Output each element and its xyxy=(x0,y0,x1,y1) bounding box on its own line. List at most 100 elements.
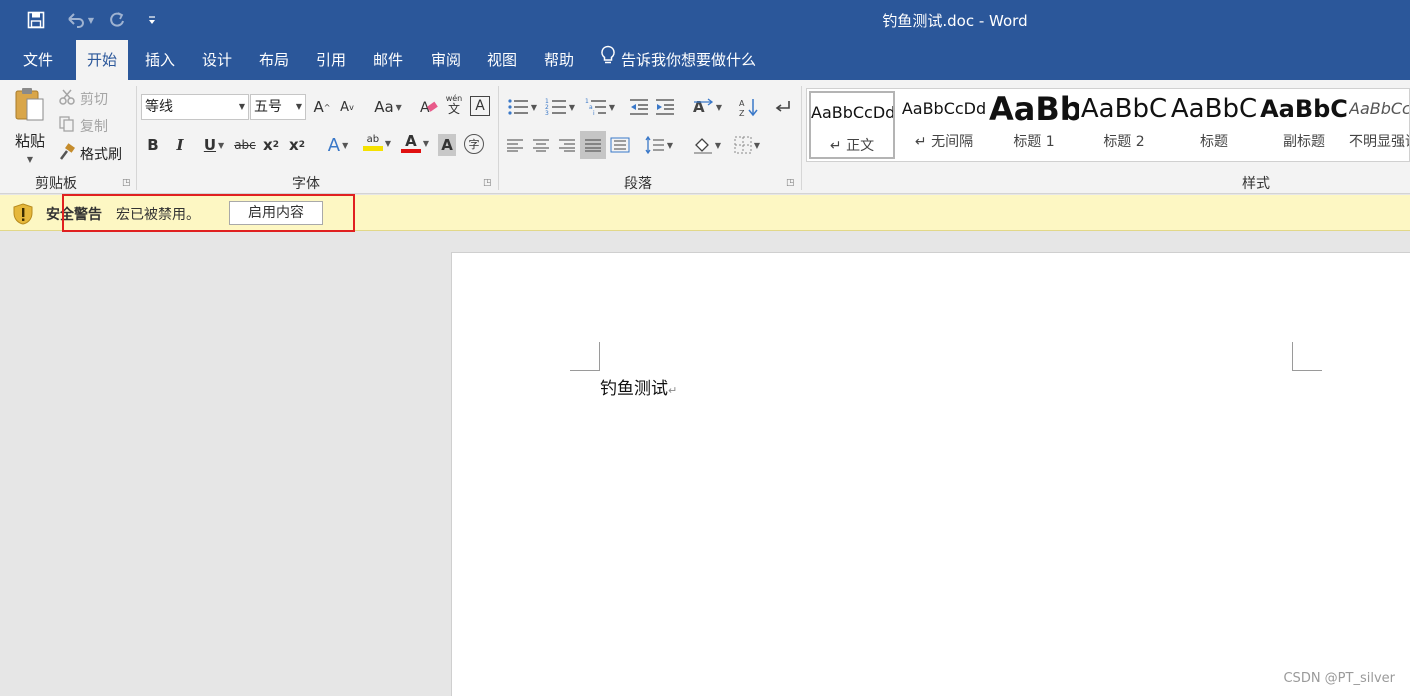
increase-indent-icon[interactable] xyxy=(654,96,676,118)
font-name-value: 等线 xyxy=(145,99,173,115)
underline-button[interactable]: U ▼ xyxy=(198,134,230,156)
font-size-combo[interactable]: 五号 ▼ xyxy=(250,94,306,120)
change-case-icon[interactable]: Aa ▼ xyxy=(372,96,404,118)
styles-group-label: 样式 xyxy=(1242,176,1270,192)
crop-mark-right xyxy=(1292,342,1322,371)
document-body-text[interactable]: 钓鱼测试↵ xyxy=(600,374,677,399)
enclose-characters-icon[interactable]: 字 xyxy=(464,134,484,154)
paragraph-mark: ↵ xyxy=(668,384,678,397)
align-center-icon[interactable] xyxy=(531,134,551,156)
paragraph-dialog-launcher-icon[interactable]: ◳ xyxy=(786,178,795,188)
crop-mark-left xyxy=(570,342,600,371)
styles-gallery: AaBbCcDd ↵ 正文 AaBbCcDd ↵ 无间隔 AaBb 标题 1 A… xyxy=(806,88,1410,162)
highlight-color-icon[interactable]: ab ▼ xyxy=(360,132,394,154)
clear-formatting-icon[interactable]: A xyxy=(418,96,440,118)
chevron-down-icon[interactable]: ▼ xyxy=(296,95,302,119)
bold-button[interactable]: B xyxy=(145,134,161,156)
svg-text:3: 3 xyxy=(545,110,549,116)
title-bar: ▼ 钓鱼测试.doc - Word xyxy=(0,0,1410,40)
style-item-heading-1[interactable]: AaBb 标题 1 xyxy=(989,89,1079,161)
font-dialog-launcher-icon[interactable]: ◳ xyxy=(483,178,492,188)
strikethrough-button[interactable]: abc xyxy=(234,134,256,156)
tab-references[interactable]: 引用 xyxy=(305,40,357,80)
align-left-icon[interactable] xyxy=(505,134,525,156)
tab-home[interactable]: 开始 xyxy=(76,40,129,80)
tab-file[interactable]: 文件 xyxy=(12,40,64,80)
character-border-icon[interactable]: A xyxy=(470,96,490,116)
character-shading-icon[interactable]: A xyxy=(438,134,456,156)
justify-icon[interactable] xyxy=(580,131,606,159)
document-title: 钓鱼测试.doc - Word xyxy=(882,12,1028,30)
tab-view[interactable]: 视图 xyxy=(476,40,528,80)
paste-label: 粘贴 xyxy=(14,132,45,150)
grow-font-icon[interactable]: A ^ xyxy=(313,96,331,118)
paragraph-group-label: 段落 xyxy=(624,176,652,192)
group-separator xyxy=(801,86,802,190)
group-separator xyxy=(136,86,137,190)
cut-button[interactable]: 剪切 xyxy=(58,88,108,110)
style-item-normal[interactable]: AaBbCcDd ↵ 正文 xyxy=(809,91,895,159)
superscript-button[interactable]: x2 xyxy=(288,134,306,156)
tab-insert[interactable]: 插入 xyxy=(134,40,186,80)
paste-button[interactable]: 粘贴 ▼ xyxy=(10,86,50,166)
text-effects-icon[interactable]: A ▼ xyxy=(322,134,354,156)
copy-button[interactable]: 复制 xyxy=(58,115,108,137)
style-item-subtitle[interactable]: AaBbC 副标题 xyxy=(1259,89,1349,161)
chinese-layout-icon[interactable]: A ▼ xyxy=(690,96,724,118)
shading-bucket-icon[interactable]: ▼ xyxy=(690,134,724,156)
tab-mailings[interactable]: 邮件 xyxy=(362,40,414,80)
tab-help[interactable]: 帮助 xyxy=(533,40,585,80)
borders-icon[interactable]: ▼ xyxy=(730,134,764,156)
show-hide-marks-icon[interactable] xyxy=(772,96,794,118)
copy-icon xyxy=(58,115,76,137)
italic-button[interactable]: I xyxy=(172,134,188,156)
font-group-label: 字体 xyxy=(292,176,320,192)
group-separator xyxy=(498,86,499,190)
tell-me-box[interactable]: 告诉我你想要做什么 xyxy=(600,40,756,80)
distributed-icon[interactable] xyxy=(609,134,631,156)
style-item-heading-2[interactable]: AaBbC 标题 2 xyxy=(1079,89,1169,161)
paste-dropdown-icon[interactable]: ▼ xyxy=(27,155,33,164)
cut-label: 剪切 xyxy=(80,92,108,108)
tab-layout[interactable]: 布局 xyxy=(248,40,300,80)
paintbrush-icon xyxy=(58,143,76,165)
format-painter-button[interactable]: 格式刷 xyxy=(58,143,122,165)
sort-icon[interactable]: AZ xyxy=(738,96,760,118)
subscript-button[interactable]: x2 xyxy=(262,134,280,156)
highlight-annotation-box xyxy=(62,194,355,232)
watermark: CSDN @PT_silver xyxy=(1283,671,1395,686)
copy-label: 复制 xyxy=(80,119,108,135)
tell-me-label: 告诉我你想要做什么 xyxy=(621,51,757,69)
format-painter-label: 格式刷 xyxy=(80,147,122,163)
decrease-indent-icon[interactable] xyxy=(628,96,650,118)
style-item-subtle-emphasis[interactable]: AaBbCcDd 不明显强调 xyxy=(1349,89,1409,161)
tab-review[interactable]: 审阅 xyxy=(420,40,472,80)
font-color-icon[interactable]: A ▼ xyxy=(398,132,432,154)
line-spacing-icon[interactable]: ▼ xyxy=(642,134,676,156)
chevron-down-icon[interactable]: ▼ xyxy=(239,95,245,119)
document-text: 钓鱼测试 xyxy=(600,379,668,399)
ribbon-tabs: 文件 开始 插入 设计 布局 引用 邮件 审阅 视图 帮助 告诉我你想要做什么 xyxy=(0,40,1410,80)
style-item-no-spacing[interactable]: AaBbCcDd ↵ 无间隔 xyxy=(899,89,989,161)
clipboard-icon xyxy=(12,86,48,128)
svg-text:i: i xyxy=(593,110,595,116)
style-item-title[interactable]: AaBbC 标题 xyxy=(1169,89,1259,161)
document-page[interactable] xyxy=(451,252,1410,696)
warning-shield-icon xyxy=(12,203,34,225)
svg-text:A: A xyxy=(739,99,745,108)
clipboard-group-label: 剪贴板 xyxy=(35,176,77,192)
bullets-icon[interactable]: ▼ xyxy=(505,96,539,118)
svg-text:A: A xyxy=(693,98,705,116)
font-name-combo[interactable]: 等线 ▼ xyxy=(141,94,249,120)
lightbulb-icon xyxy=(600,40,616,80)
numbering-icon[interactable]: 1 2 3 ▼ xyxy=(543,96,577,118)
align-right-icon[interactable] xyxy=(557,134,577,156)
shrink-font-icon[interactable]: Av xyxy=(338,96,356,118)
ribbon: 粘贴 ▼ 剪切 复制 格式刷 剪贴板 ◳ 等线 ▼ 五号 ▼ A ^ Av Aa ▼… xyxy=(0,80,1410,194)
phonetic-guide-icon[interactable]: wén 文 xyxy=(444,94,464,116)
font-size-value: 五号 xyxy=(254,99,282,115)
multilevel-list-icon[interactable]: 1 a i ▼ xyxy=(583,96,617,118)
tab-design[interactable]: 设计 xyxy=(191,40,243,80)
svg-text:Z: Z xyxy=(739,109,745,117)
clipboard-dialog-launcher-icon[interactable]: ◳ xyxy=(122,178,131,188)
